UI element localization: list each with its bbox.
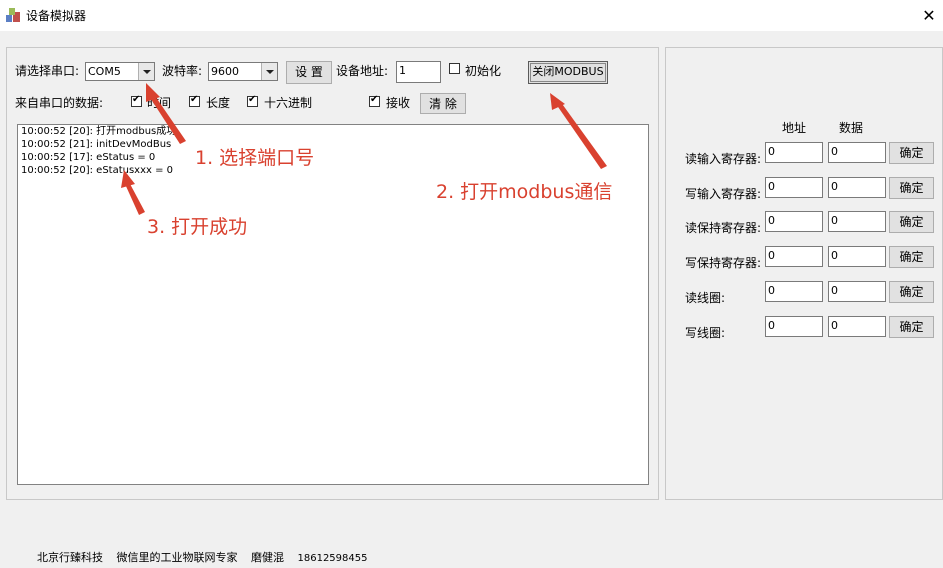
arrow-step3	[125, 182, 145, 215]
footer-company: 北京行臻科技	[37, 551, 103, 564]
arrow-step1-head	[146, 83, 160, 102]
annotation-step2: 2. 打开modbus通信	[436, 181, 613, 203]
arrow-step2	[556, 101, 607, 169]
arrow-step3-head	[121, 170, 135, 188]
arrow-step1	[149, 93, 186, 144]
footer: 北京行臻科技 微信里的工业物联网专家 磨健混 18612598455	[37, 549, 378, 565]
footer-person: 磨健混	[251, 551, 284, 564]
footer-slogan: 微信里的工业物联网专家	[116, 551, 238, 564]
annotation-step1: 1. 选择端口号	[195, 147, 315, 169]
annotation-step3: 3. 打开成功	[147, 216, 248, 238]
annotation-arrows	[121, 83, 607, 215]
footer-phone: 18612598455	[297, 553, 368, 564]
